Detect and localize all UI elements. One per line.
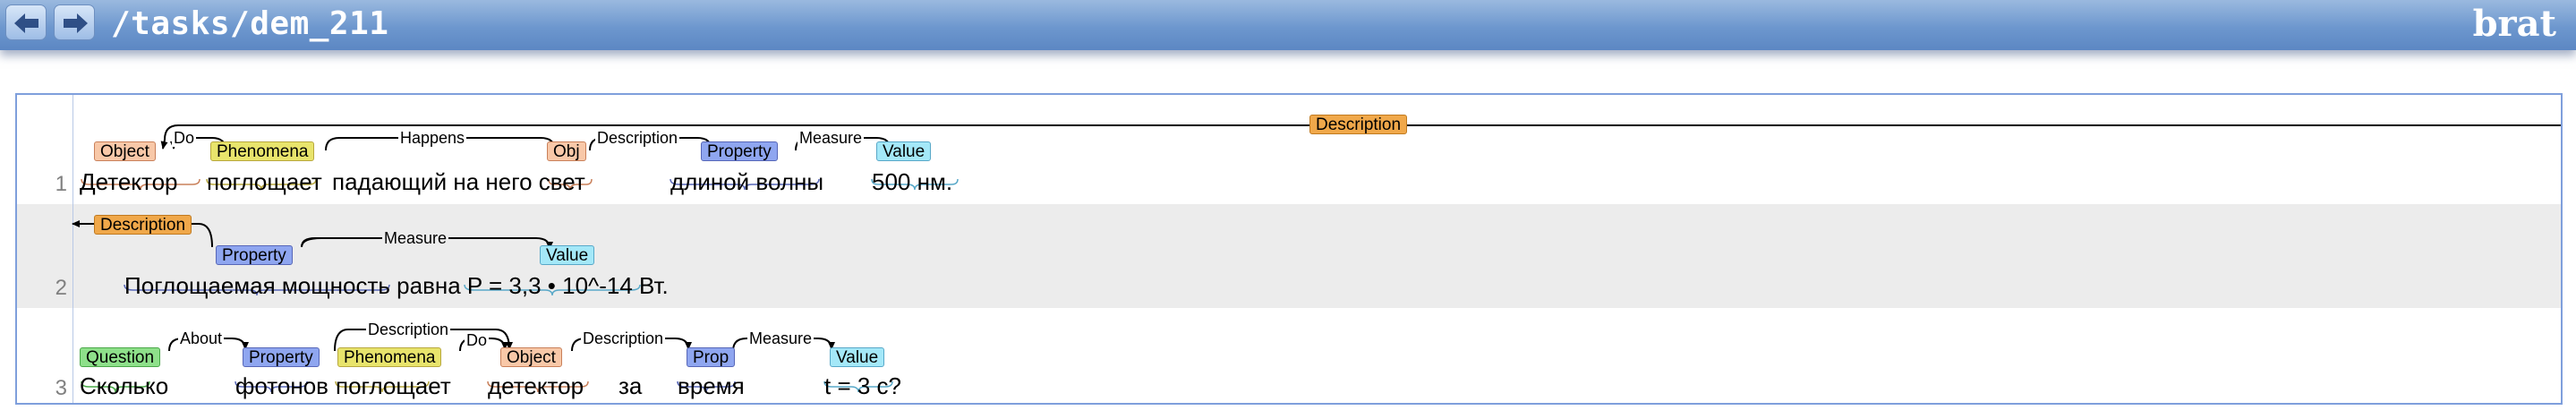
arc-label-happens[interactable]: Happens — [398, 129, 467, 147]
arc-label-measure[interactable]: Measure — [798, 129, 865, 147]
line-number: 1 — [55, 172, 67, 196]
entity-label-phenomena[interactable]: Phenomena — [210, 141, 315, 161]
arc-label-measure[interactable]: Measure — [382, 229, 449, 247]
back-button[interactable] — [5, 4, 47, 40]
arrow-left-icon — [14, 13, 38, 33]
token[interactable]: детектор — [488, 372, 584, 399]
token[interactable]: длиной волны — [670, 168, 823, 195]
arc-label-description[interactable]: Description — [581, 329, 666, 347]
annotation-document: 1 Детектор поглощает падающий на него св… — [15, 93, 2563, 405]
token[interactable]: Детектор — [80, 168, 177, 195]
token[interactable]: Поглощаемая мощность равна P = 3,3 • 10^… — [124, 272, 669, 299]
event-label-description[interactable]: Description — [1309, 115, 1408, 134]
token[interactable]: t = 3 с? — [824, 372, 901, 399]
entity-label-property[interactable]: Property — [243, 347, 320, 367]
entity-label-property[interactable]: Property — [216, 245, 293, 265]
entity-label-value[interactable]: Value — [830, 347, 885, 367]
event-label-description[interactable]: Description — [94, 215, 192, 235]
token[interactable]: фотонов — [235, 372, 328, 399]
forward-button[interactable] — [54, 4, 95, 40]
arrow-right-icon — [64, 13, 88, 33]
entity-label-object[interactable]: Object — [94, 141, 156, 161]
entity-label-obj[interactable]: Obj — [547, 141, 586, 161]
entity-label-object[interactable]: Object — [500, 347, 562, 367]
token[interactable]: поглощает — [336, 372, 451, 399]
arc-label-description[interactable]: Description — [366, 321, 451, 338]
arc-label-description[interactable]: Description — [595, 129, 680, 147]
token[interactable]: время — [678, 372, 745, 399]
entity-label-value[interactable]: Value — [876, 141, 932, 161]
arc-label-about[interactable]: About — [178, 329, 225, 347]
brat-logo: brat — [2472, 3, 2556, 45]
arc-label-do[interactable]: Do — [465, 331, 490, 349]
entity-label-value[interactable]: Value — [540, 245, 595, 265]
arc-label-do[interactable]: Do — [172, 129, 197, 147]
token[interactable]: 500 нм. — [872, 168, 952, 195]
entity-label-phenomena[interactable]: Phenomena — [337, 347, 442, 367]
token[interactable]: падающий на него свет — [332, 168, 585, 195]
token[interactable]: за — [618, 372, 642, 399]
arc-label-measure[interactable]: Measure — [747, 329, 815, 347]
document-path[interactable]: /tasks/dem_211 — [111, 2, 388, 47]
line-number: 2 — [55, 276, 67, 300]
entity-label-question[interactable]: Question — [80, 347, 161, 367]
entity-label-property[interactable]: Property — [701, 141, 778, 161]
token[interactable]: Сколько — [80, 372, 168, 399]
entity-label-prop[interactable]: Prop — [687, 347, 736, 367]
header-bar: /tasks/dem_211 brat — [0, 0, 2576, 50]
token[interactable]: поглощает — [207, 168, 322, 195]
line-number: 3 — [55, 376, 67, 400]
